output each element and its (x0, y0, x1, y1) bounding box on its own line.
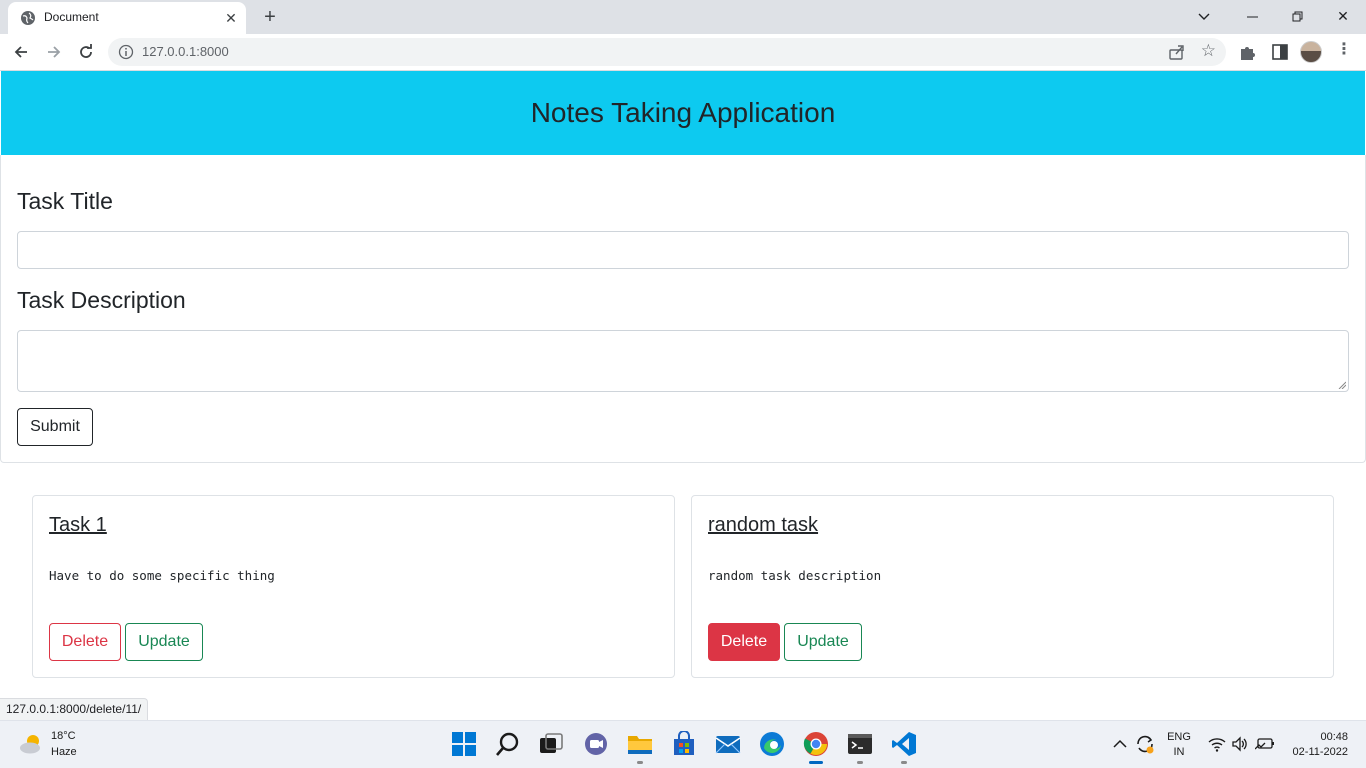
minimize-icon[interactable] (1234, 4, 1270, 28)
delete-button[interactable]: Delete (708, 623, 780, 661)
file-explorer-icon[interactable] (627, 731, 653, 757)
windows-start-icon[interactable] (451, 731, 477, 757)
bookmark-star-icon[interactable]: ☆ (1201, 41, 1216, 61)
running-indicator (857, 761, 863, 764)
app-header: Notes Taking Application (1, 71, 1365, 155)
clock-time: 00:48 (1320, 731, 1348, 743)
note-description: Have to do some specific thing (49, 568, 275, 583)
battery-icon[interactable] (1255, 737, 1275, 751)
update-button[interactable]: Update (784, 623, 862, 661)
new-tab-button[interactable]: + (258, 5, 282, 29)
terminal-icon[interactable] (847, 731, 873, 757)
search-icon[interactable] (495, 731, 521, 757)
submit-button[interactable]: Submit (17, 408, 93, 446)
store-icon[interactable] (671, 731, 697, 757)
reload-icon[interactable] (74, 40, 98, 64)
address-bar[interactable]: 127.0.0.1:8000 ☆ (108, 38, 1226, 66)
mail-icon[interactable] (715, 731, 741, 757)
share-icon[interactable] (1168, 43, 1186, 61)
weather-condition: Haze (51, 746, 77, 758)
task-view-icon[interactable] (538, 731, 564, 757)
running-indicator (901, 761, 907, 764)
status-bar-link-preview: 127.0.0.1:8000/delete/11/ (0, 698, 149, 720)
volume-icon[interactable] (1231, 736, 1249, 752)
browser-menu-icon[interactable]: ⋮ (1334, 39, 1354, 59)
globe-icon (21, 11, 35, 25)
url-text: 127.0.0.1:8000 (142, 44, 229, 59)
profile-avatar[interactable] (1300, 41, 1322, 63)
running-indicator (637, 761, 643, 764)
window-close-icon[interactable]: ✕ (1325, 4, 1361, 28)
browser-tabstrip: Document ✕ + ✕ (0, 0, 1366, 34)
tray-chevron-up-icon[interactable] (1113, 739, 1127, 749)
note-title-link[interactable]: random task (708, 514, 818, 537)
update-button[interactable]: Update (125, 623, 203, 661)
vscode-icon[interactable] (891, 731, 917, 757)
weather-haze-icon[interactable] (18, 732, 44, 756)
note-title-link[interactable]: Task 1 (49, 514, 107, 537)
tab-close-icon[interactable]: ✕ (222, 9, 240, 27)
restore-icon[interactable] (1279, 4, 1315, 28)
note-card: random task random task description Dele… (691, 495, 1334, 678)
page-content: Notes Taking Application Task Title Task… (0, 71, 1366, 720)
note-description: random task description (708, 568, 882, 583)
language-indicator[interactable]: ENG IN (1166, 730, 1192, 760)
weather-temperature: 18°C (51, 730, 76, 742)
language-region: IN (1173, 746, 1185, 758)
forward-arrow-icon[interactable] (42, 40, 66, 64)
extensions-puzzle-icon[interactable] (1237, 41, 1259, 63)
task-description-label: Task Description (17, 287, 186, 313)
resize-grip-icon[interactable] (1338, 381, 1346, 389)
note-card: Task 1 Have to do some specific thing De… (32, 495, 675, 678)
edge-icon[interactable] (759, 731, 785, 757)
wifi-icon[interactable] (1208, 736, 1226, 752)
task-title-label: Task Title (17, 188, 113, 214)
chat-icon[interactable] (583, 731, 609, 757)
tab-search-chevron-down-icon[interactable] (1186, 4, 1222, 28)
delete-button[interactable]: Delete (49, 623, 121, 661)
side-panel-icon[interactable] (1269, 41, 1291, 63)
page-title: Notes Taking Application (530, 97, 836, 128)
back-arrow-icon[interactable] (9, 40, 33, 64)
site-info-icon[interactable] (118, 44, 134, 60)
system-clock[interactable]: 00:48 02-11-2022 (1284, 730, 1348, 760)
clock-date: 02-11-2022 (1292, 746, 1348, 758)
task-title-input[interactable] (17, 231, 1349, 269)
browser-tab[interactable]: Document ✕ (8, 2, 246, 34)
sync-icon[interactable] (1135, 734, 1155, 754)
chrome-icon[interactable] (803, 731, 829, 757)
task-form (0, 155, 1366, 463)
browser-toolbar: 127.0.0.1:8000 ☆ ⋮ (0, 34, 1366, 71)
language-code: ENG (1167, 731, 1191, 743)
active-app-indicator (809, 761, 823, 764)
tab-title: Document (44, 10, 99, 24)
taskbar: 18°C Haze ENG IN 00:48 02-11-2022 (0, 720, 1366, 768)
task-description-textarea[interactable] (17, 330, 1349, 392)
